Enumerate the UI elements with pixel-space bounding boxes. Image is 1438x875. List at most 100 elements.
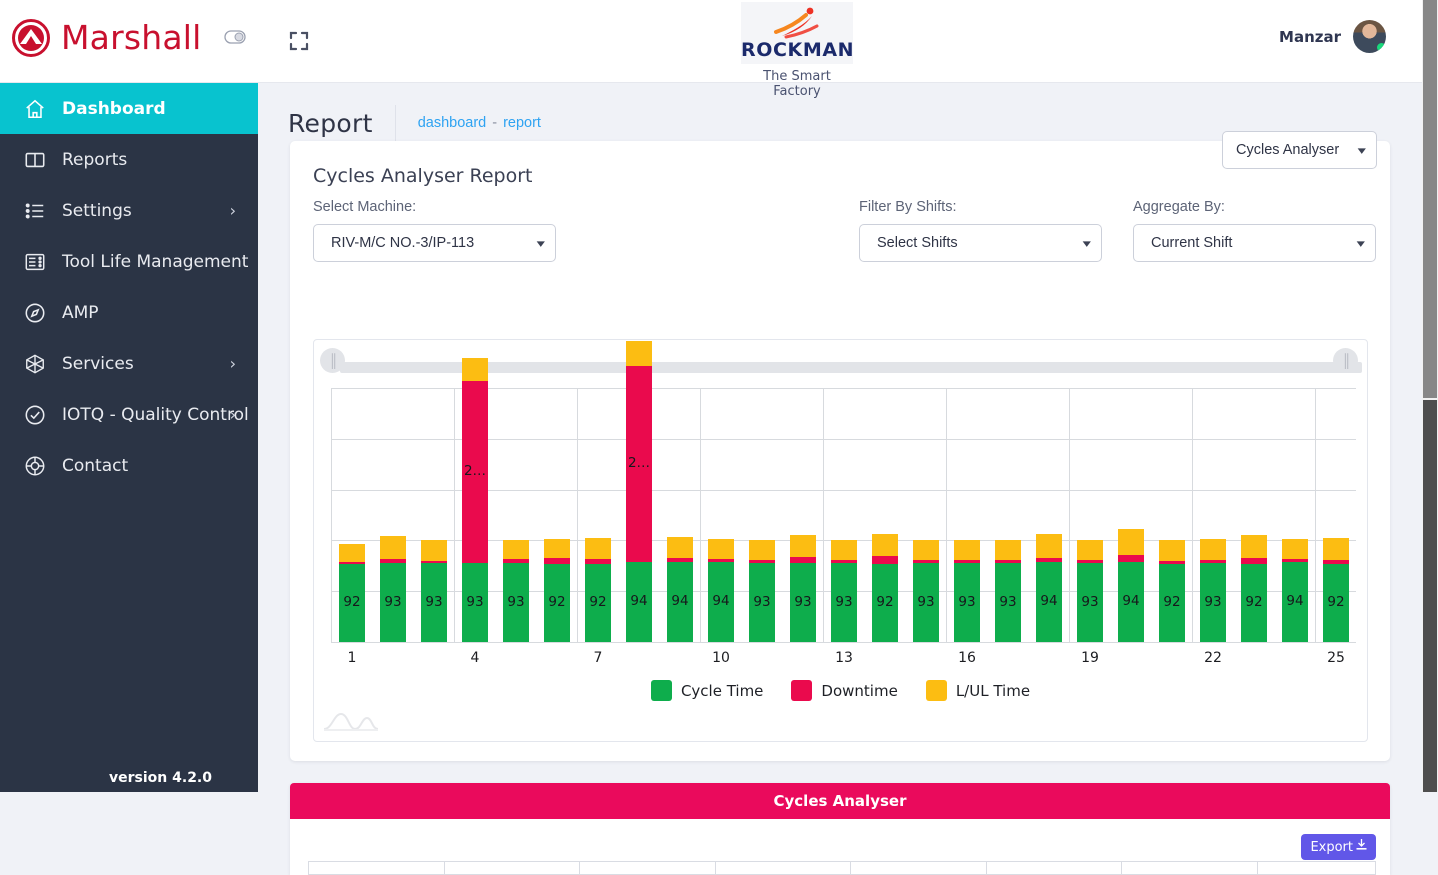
bar-segment-cycle-time[interactable]: 93	[421, 563, 447, 642]
sidebar-item-dashboard[interactable]: Dashboard	[0, 83, 258, 134]
bar-segment-cycle-time[interactable]: 93	[462, 563, 488, 642]
bar-segment-lul-time[interactable]	[790, 535, 816, 558]
range-slider-handle-left[interactable]: ║	[320, 348, 345, 373]
bar-segment-lul-time[interactable]	[831, 539, 857, 560]
bar-column[interactable]: 93	[954, 539, 980, 642]
bar-column[interactable]: 94	[667, 537, 693, 642]
bar-segment-cycle-time[interactable]: 93	[954, 563, 980, 642]
bar-segment-lul-time[interactable]	[708, 538, 734, 560]
bar-segment-cycle-time[interactable]: 92	[544, 564, 570, 642]
bar-segment-cycle-time[interactable]: 94	[1036, 562, 1062, 642]
fullscreen-expand-icon[interactable]	[289, 31, 309, 56]
bar-column[interactable]: 92	[1241, 535, 1267, 642]
machine-select[interactable]: RIV-M/C NO.-3/IP-113 ▾	[313, 224, 556, 262]
bar-segment-cycle-time[interactable]: 93	[790, 563, 816, 642]
bar-segment-cycle-time[interactable]: 94	[1282, 562, 1308, 642]
sidebar-item-iotq-quality-control[interactable]: IOTQ - Quality Control ›	[0, 389, 258, 440]
bar-column[interactable]: 94	[1282, 538, 1308, 642]
bar-segment-cycle-time[interactable]: 92	[1323, 564, 1349, 642]
bar-column[interactable]: 92	[872, 534, 898, 642]
bar-segment-cycle-time[interactable]: 92	[585, 564, 611, 642]
bar-segment-lul-time[interactable]	[1118, 529, 1144, 555]
shifts-select[interactable]: Select Shifts ▾	[859, 224, 1102, 262]
scrollbar-track-lower[interactable]	[1423, 400, 1437, 792]
bar-segment-cycle-time[interactable]: 92	[339, 564, 365, 642]
bar-segment-cycle-time[interactable]: 94	[667, 562, 693, 642]
bar-segment-cycle-time[interactable]: 94	[708, 562, 734, 642]
sidebar-item-services[interactable]: Services ›	[0, 338, 258, 389]
bar-segment-cycle-time[interactable]: 93	[749, 563, 775, 642]
bar-segment-cycle-time[interactable]: 93	[1200, 563, 1226, 642]
bar-segment-cycle-time[interactable]: 92	[1159, 564, 1185, 642]
bar-segment-lul-time[interactable]	[503, 539, 529, 560]
sidebar-item-amp[interactable]: AMP	[0, 287, 258, 338]
bar-segment-cycle-time[interactable]: 94	[626, 562, 652, 642]
bar-column[interactable]: 92	[1159, 539, 1185, 642]
bar-segment-cycle-time[interactable]: 92	[872, 564, 898, 642]
bar-column[interactable]: 93	[421, 540, 447, 642]
bar-segment-lul-time[interactable]	[1323, 537, 1349, 560]
aggregate-select[interactable]: Current Shift ▾	[1133, 224, 1376, 262]
bar-column[interactable]: 93	[831, 539, 857, 642]
bar-segment-lul-time[interactable]	[1241, 535, 1267, 559]
bar-segment-lul-time[interactable]	[749, 540, 775, 560]
legend-item[interactable]: Downtime	[791, 680, 898, 701]
bar-column[interactable]: 93	[1200, 538, 1226, 642]
bar-segment-downtime[interactable]	[872, 556, 898, 565]
bar-column[interactable]: 94	[1118, 529, 1144, 642]
bar-segment-downtime[interactable]: 2…	[462, 381, 488, 564]
bar-segment-lul-time[interactable]	[1077, 539, 1103, 560]
bar-segment-downtime[interactable]: 2…	[626, 365, 652, 563]
sidebar-item-settings[interactable]: Settings ›	[0, 185, 258, 236]
bar-segment-lul-time[interactable]	[667, 537, 693, 559]
bar-segment-lul-time[interactable]	[544, 538, 570, 559]
bar-column[interactable]: 92	[1323, 537, 1349, 642]
bar-column[interactable]: 2… 94	[626, 340, 652, 642]
bar-segment-lul-time[interactable]	[626, 340, 652, 366]
bar-column[interactable]: 92	[585, 537, 611, 642]
sidebar-item-reports[interactable]: Reports	[0, 134, 258, 185]
bar-column[interactable]: 93	[995, 540, 1021, 642]
chart-range-slider[interactable]	[340, 362, 1362, 373]
bar-column[interactable]: 93	[380, 536, 406, 642]
avatar[interactable]	[1353, 20, 1386, 53]
legend-item[interactable]: L/UL Time	[925, 680, 1030, 701]
bar-segment-lul-time[interactable]	[1282, 538, 1308, 560]
bar-segment-lul-time[interactable]	[872, 534, 898, 557]
scrollbar-thumb[interactable]	[1423, 0, 1437, 398]
bar-column[interactable]: 92	[544, 538, 570, 642]
sidebar-item-contact[interactable]: Contact	[0, 440, 258, 491]
sidebar-item-tool-life-management[interactable]: Tool Life Management	[0, 236, 258, 287]
page-scrollbar[interactable]	[1422, 0, 1438, 792]
bar-segment-lul-time[interactable]	[995, 540, 1021, 560]
bar-column[interactable]: 93	[1077, 539, 1103, 642]
bar-segment-downtime[interactable]	[1118, 554, 1144, 563]
bar-column[interactable]: 2… 93	[462, 357, 488, 642]
breadcrumb-report[interactable]: report	[503, 115, 541, 131]
bar-column[interactable]: 93	[790, 535, 816, 642]
bar-segment-cycle-time[interactable]: 93	[1077, 563, 1103, 642]
bar-segment-lul-time[interactable]	[339, 543, 365, 562]
bar-column[interactable]: 94	[708, 538, 734, 642]
bar-segment-cycle-time[interactable]: 92	[1241, 564, 1267, 642]
report-type-select[interactable]: Cycles Analyser ▾	[1222, 131, 1377, 169]
toggle-switch-icon[interactable]	[224, 30, 246, 49]
bar-segment-cycle-time[interactable]: 93	[503, 563, 529, 642]
bar-column[interactable]: 92	[339, 543, 365, 642]
bar-column[interactable]: 93	[749, 540, 775, 642]
breadcrumb-dashboard[interactable]: dashboard	[418, 115, 487, 131]
legend-item[interactable]: Cycle Time	[650, 680, 763, 701]
bar-segment-cycle-time[interactable]: 94	[1118, 562, 1144, 642]
bar-segment-lul-time[interactable]	[380, 536, 406, 560]
bar-segment-cycle-time[interactable]: 93	[995, 563, 1021, 642]
user-menu[interactable]: Manzar	[1279, 20, 1386, 53]
bar-segment-lul-time[interactable]	[585, 537, 611, 560]
bar-column[interactable]: 93	[913, 539, 939, 642]
bar-segment-lul-time[interactable]	[462, 357, 488, 382]
range-slider-handle-right[interactable]: ║	[1333, 348, 1358, 373]
bar-column[interactable]: 94	[1036, 534, 1062, 642]
bar-segment-lul-time[interactable]	[954, 539, 980, 560]
bar-column[interactable]: 93	[503, 539, 529, 642]
bar-segment-cycle-time[interactable]: 93	[913, 563, 939, 642]
brand-logo[interactable]: Marshall	[12, 18, 202, 57]
